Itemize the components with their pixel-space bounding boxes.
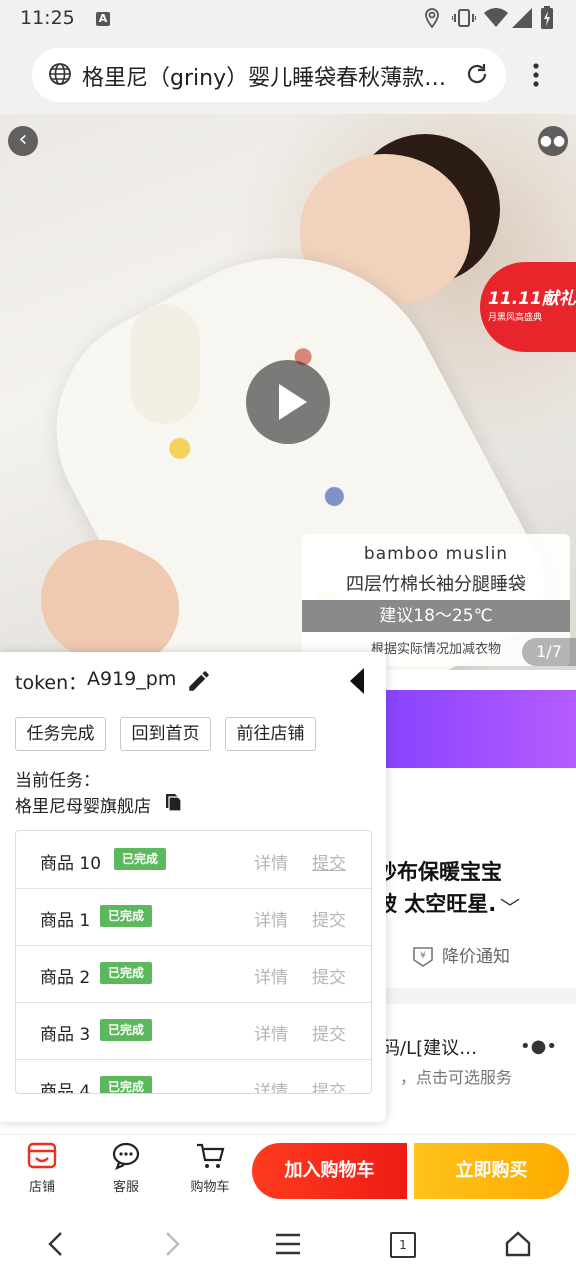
image-page-indicator: 1/7 (522, 638, 576, 666)
cell-signal-icon (512, 8, 532, 28)
copy-icon[interactable] (164, 792, 182, 812)
task-row: 商品 10 已完成 详情 提交 (16, 831, 371, 889)
reload-icon[interactable] (464, 61, 490, 87)
status-badge: 已完成 (100, 962, 153, 984)
svg-text:¥: ¥ (420, 951, 426, 961)
service-hint[interactable]: ，点击可选服务 (400, 1064, 512, 1088)
price-notify[interactable]: 降价通知 (442, 942, 510, 967)
spec-selected[interactable]: 码/L[建议… (382, 1034, 477, 1060)
vibrate-icon (452, 9, 476, 27)
location-icon (425, 8, 439, 28)
token-label: token： (15, 672, 88, 694)
task-row: 商品 2 已完成 详情 提交 (16, 945, 371, 1003)
section-divider (360, 988, 576, 1004)
tab-shop-label[interactable]: 店铺 (12, 1176, 72, 1195)
globe-icon (49, 63, 71, 85)
url-title[interactable]: 格里尼（griny）婴儿睡袋春秋薄款… (82, 60, 452, 92)
submit-link[interactable]: 提交 (312, 849, 346, 874)
more-icon[interactable]: ●● (538, 126, 568, 156)
menu-kebab-icon[interactable] (530, 62, 542, 88)
status-bar: 11:25 A (0, 0, 576, 36)
status-time: 11:25 (20, 7, 75, 29)
task-row: 商品 1 已完成 详情 提交 (16, 888, 371, 946)
tab-cart-label[interactable]: 购物车 (180, 1176, 240, 1195)
cart-icon[interactable] (195, 1141, 225, 1171)
status-badge: 已完成 (100, 905, 153, 927)
buy-now-button[interactable]: 立即购买 (414, 1143, 569, 1199)
expand-title-icon[interactable]: ﹀ (500, 892, 520, 921)
task-row: 商品 3 已完成 详情 提交 (16, 1002, 371, 1060)
promo-banner (386, 690, 576, 768)
price-tag-icon: ¥ (413, 947, 433, 967)
add-to-cart-button[interactable]: 加入购物车 (252, 1143, 407, 1199)
current-task-label: 当前任务： (15, 771, 100, 791)
nav-forward-icon[interactable] (160, 1230, 184, 1258)
submit-link[interactable]: 提交 (312, 906, 346, 931)
edit-pencil-icon[interactable] (186, 668, 212, 694)
info-cn: 四层竹棉长袖分腿睡袋 (346, 574, 526, 595)
task-complete-button[interactable]: 任务完成 (15, 717, 106, 751)
detail-link[interactable]: 详情 (254, 906, 288, 931)
info-en: bamboo muslin (363, 544, 509, 564)
detail-link[interactable]: 详情 (254, 1020, 288, 1045)
item-name: 商品 2 (40, 968, 91, 988)
promo-badge: 11.11献礼 月黑风高盛典 (480, 262, 576, 352)
shop-icon[interactable] (27, 1141, 57, 1171)
current-shop-name: 格里尼母婴旗舰店 (15, 797, 151, 817)
notification-badge-icon: A (96, 12, 110, 26)
product-image-gallery[interactable]: ‹ ●● bamboo muslin 四层竹棉长袖分腿睡袋 建议18～25℃ 根… (0, 114, 576, 670)
temp-hint: 建议18～25℃ (302, 600, 570, 632)
battery-charging-icon (541, 6, 553, 29)
nav-back-icon[interactable] (44, 1230, 68, 1258)
play-video-button[interactable] (246, 360, 330, 444)
photo-toy (130, 304, 200, 424)
wifi-icon (484, 8, 508, 27)
more-dots-icon[interactable]: •●• (520, 1036, 557, 1057)
detail-link[interactable]: 详情 (254, 849, 288, 874)
token-value: A919_pm (87, 668, 177, 690)
tabs-count-icon[interactable]: 1 (390, 1232, 416, 1258)
nav-menu-icon[interactable] (274, 1232, 302, 1256)
item-name: 商品 1 (40, 911, 91, 931)
detail-link[interactable]: 详情 (254, 963, 288, 988)
back-icon[interactable]: ‹ (8, 126, 38, 156)
task-row: 商品 4 已完成 详情 提交 (16, 1059, 371, 1094)
nav-home-icon[interactable] (504, 1230, 532, 1258)
go-shop-button[interactable]: 前往店铺 (225, 717, 316, 751)
item-name: 商品 10 (40, 854, 102, 874)
submit-link[interactable]: 提交 (312, 963, 346, 988)
promo-sub: 月黑风高盛典 (488, 313, 543, 323)
tab-service-label[interactable]: 客服 (96, 1176, 156, 1195)
back-home-button[interactable]: 回到首页 (120, 717, 211, 751)
submit-link[interactable]: 提交 (312, 1077, 346, 1093)
task-item-list: 商品 10 已完成 详情 提交 商品 1 已完成 详情 提交 商品 2 已完成 … (15, 830, 372, 1094)
collapse-panel-icon[interactable] (346, 666, 366, 696)
item-name: 商品 3 (40, 1025, 91, 1045)
status-badge: 已完成 (114, 848, 167, 870)
item-name: 商品 4 (40, 1082, 91, 1094)
status-badge: 已完成 (100, 1076, 153, 1093)
product-title-partial: 纱布保暖宝宝 被 太空旺星. (376, 860, 502, 916)
detail-link[interactable]: 详情 (254, 1077, 288, 1093)
submit-link[interactable]: 提交 (312, 1020, 346, 1045)
promo-title: 11.11献礼 (488, 289, 576, 309)
customer-service-icon[interactable] (111, 1141, 141, 1171)
status-badge: 已完成 (100, 1019, 153, 1041)
